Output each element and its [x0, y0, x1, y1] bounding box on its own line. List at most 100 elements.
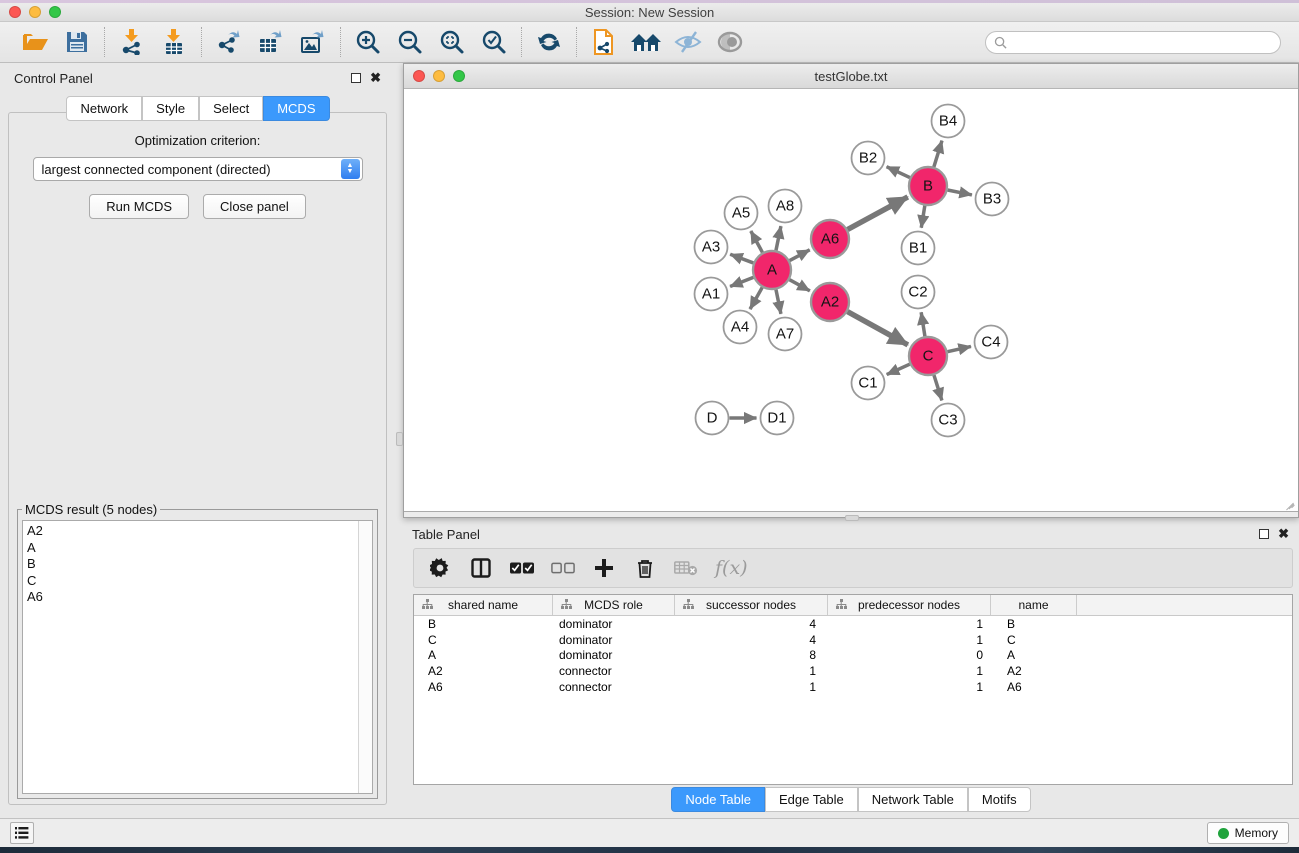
- network-edge-B-B3[interactable]: [948, 190, 972, 195]
- network-edge-A2-C[interactable]: [848, 312, 908, 345]
- task-history-button[interactable]: [10, 822, 34, 844]
- resize-grip-icon[interactable]: [1283, 496, 1296, 509]
- run-mcds-button[interactable]: Run MCDS: [89, 194, 189, 219]
- network-node-B2[interactable]: B2: [852, 142, 885, 175]
- table-row[interactable]: Cdominator41C: [414, 632, 1292, 648]
- network-edge-A-A4[interactable]: [750, 287, 762, 309]
- zoom-fit-icon[interactable]: [434, 26, 470, 58]
- horizontal-splitter-handle[interactable]: [845, 515, 859, 521]
- table-row[interactable]: A2connector11A2: [414, 663, 1292, 679]
- export-image-icon[interactable]: [295, 26, 331, 58]
- column-header-predecessor-nodes[interactable]: predecessor nodes: [828, 595, 991, 615]
- export-network-icon[interactable]: [211, 26, 247, 58]
- export-table-icon[interactable]: [253, 26, 289, 58]
- network-node-A2[interactable]: A2: [811, 283, 849, 321]
- network-node-C[interactable]: C: [909, 337, 947, 375]
- tab-node-table[interactable]: Node Table: [671, 787, 765, 812]
- zoom-selected-icon[interactable]: [476, 26, 512, 58]
- show-eye-icon[interactable]: [712, 26, 748, 58]
- network-edge-A-A1[interactable]: [730, 277, 753, 286]
- network-node-C1[interactable]: C1: [852, 367, 885, 400]
- tab-edge-table[interactable]: Edge Table: [765, 787, 858, 812]
- network-node-B3[interactable]: B3: [976, 183, 1009, 216]
- result-list-item[interactable]: A6: [27, 589, 354, 606]
- network-node-C3[interactable]: C3: [932, 404, 965, 437]
- result-list-item[interactable]: A: [27, 540, 354, 557]
- network-view-window[interactable]: testGlobe.txt B4 B2 B B3 A5 A8 A6 A3 B1 A A1 C2 A2 A4…: [403, 63, 1299, 518]
- result-list-item[interactable]: A2: [27, 523, 354, 540]
- result-list-scrollbar[interactable]: [358, 521, 372, 793]
- network-node-C4[interactable]: C4: [975, 326, 1008, 359]
- network-edge-C-C2[interactable]: [921, 312, 925, 336]
- home-double-icon[interactable]: [628, 26, 664, 58]
- network-edge-A-A8[interactable]: [776, 226, 781, 250]
- close-panel-button[interactable]: Close panel: [203, 194, 306, 219]
- network-edge-B-B4[interactable]: [934, 141, 942, 167]
- network-node-C2[interactable]: C2: [902, 276, 935, 309]
- memory-button[interactable]: Memory: [1207, 822, 1289, 844]
- network-node-A1[interactable]: A1: [695, 278, 728, 311]
- network-edge-C-C1[interactable]: [887, 364, 910, 374]
- network-node-B4[interactable]: B4: [932, 105, 965, 138]
- mcds-result-list[interactable]: A2ABCA6: [22, 520, 373, 794]
- vertical-splitter-handle[interactable]: [396, 432, 403, 446]
- optimization-criterion-select[interactable]: largest connected component (directed) ▲…: [33, 157, 363, 181]
- tab-mcds[interactable]: MCDS: [263, 96, 329, 121]
- network-node-A7[interactable]: A7: [769, 318, 802, 351]
- network-edge-A-A2[interactable]: [790, 280, 810, 291]
- network-edge-B-B1[interactable]: [921, 206, 925, 228]
- save-session-icon[interactable]: [59, 26, 95, 58]
- network-node-D[interactable]: D: [696, 402, 729, 435]
- import-table-icon[interactable]: [156, 26, 192, 58]
- import-network-icon[interactable]: [114, 26, 150, 58]
- column-header-successor-nodes[interactable]: successor nodes: [675, 595, 828, 615]
- network-node-A[interactable]: A: [753, 251, 791, 289]
- table-float-icon[interactable]: [1259, 529, 1269, 539]
- result-list-item[interactable]: B: [27, 556, 354, 573]
- network-edge-C-C3[interactable]: [934, 375, 942, 400]
- open-session-icon[interactable]: [17, 26, 53, 58]
- network-edge-C-C4[interactable]: [948, 346, 971, 351]
- hide-eye-icon[interactable]: [670, 26, 706, 58]
- column-header-shared-name[interactable]: shared name: [414, 595, 553, 615]
- tab-network-table[interactable]: Network Table: [858, 787, 968, 812]
- tab-style[interactable]: Style: [142, 96, 199, 121]
- window-titlebar[interactable]: Session: New Session: [0, 3, 1299, 22]
- network-node-A8[interactable]: A8: [769, 190, 802, 223]
- zoom-in-icon[interactable]: [350, 26, 386, 58]
- tab-select[interactable]: Select: [199, 96, 263, 121]
- column-selector-icon[interactable]: [469, 556, 493, 580]
- network-node-A4[interactable]: A4: [724, 311, 757, 344]
- delete-column-trash-icon[interactable]: [633, 556, 657, 580]
- add-column-plus-icon[interactable]: [592, 556, 616, 580]
- network-edge-A-A7[interactable]: [776, 290, 781, 314]
- search-input[interactable]: [1007, 35, 1272, 49]
- network-node-B[interactable]: B: [909, 167, 947, 205]
- network-node-A6[interactable]: A6: [811, 220, 849, 258]
- column-header-MCDS-role[interactable]: MCDS role: [553, 595, 675, 615]
- network-node-A3[interactable]: A3: [695, 231, 728, 264]
- result-list-item[interactable]: C: [27, 573, 354, 590]
- network-edge-A6-B[interactable]: [848, 197, 908, 230]
- table-settings-gear-icon[interactable]: [428, 556, 452, 580]
- clone-network-icon[interactable]: [586, 26, 622, 58]
- apply-layout-icon[interactable]: [531, 26, 567, 58]
- zoom-out-icon[interactable]: [392, 26, 428, 58]
- network-window-titlebar[interactable]: testGlobe.txt: [404, 64, 1298, 89]
- tab-network[interactable]: Network: [66, 96, 142, 121]
- hide-unselected-checkboxes-icon[interactable]: [551, 556, 575, 580]
- network-edge-A-A5[interactable]: [751, 231, 763, 252]
- search-field[interactable]: [985, 31, 1281, 54]
- network-node-B1[interactable]: B1: [902, 232, 935, 265]
- table-row[interactable]: Adominator80A: [414, 647, 1292, 663]
- table-close-icon[interactable]: ✖: [1278, 529, 1289, 539]
- network-edge-A-A6[interactable]: [790, 250, 810, 261]
- table-row[interactable]: Bdominator41B: [414, 616, 1292, 632]
- network-node-A5[interactable]: A5: [725, 197, 758, 230]
- network-node-D1[interactable]: D1: [761, 402, 794, 435]
- tab-motifs[interactable]: Motifs: [968, 787, 1031, 812]
- close-panel-icon[interactable]: ✖: [370, 73, 381, 83]
- float-panel-icon[interactable]: [351, 73, 361, 83]
- network-canvas[interactable]: B4 B2 B B3 A5 A8 A6 A3 B1 A A1 C2 A2 A4 A7 C4 C C1 D D1 C3: [404, 89, 1298, 511]
- show-selected-checkboxes-icon[interactable]: [510, 556, 534, 580]
